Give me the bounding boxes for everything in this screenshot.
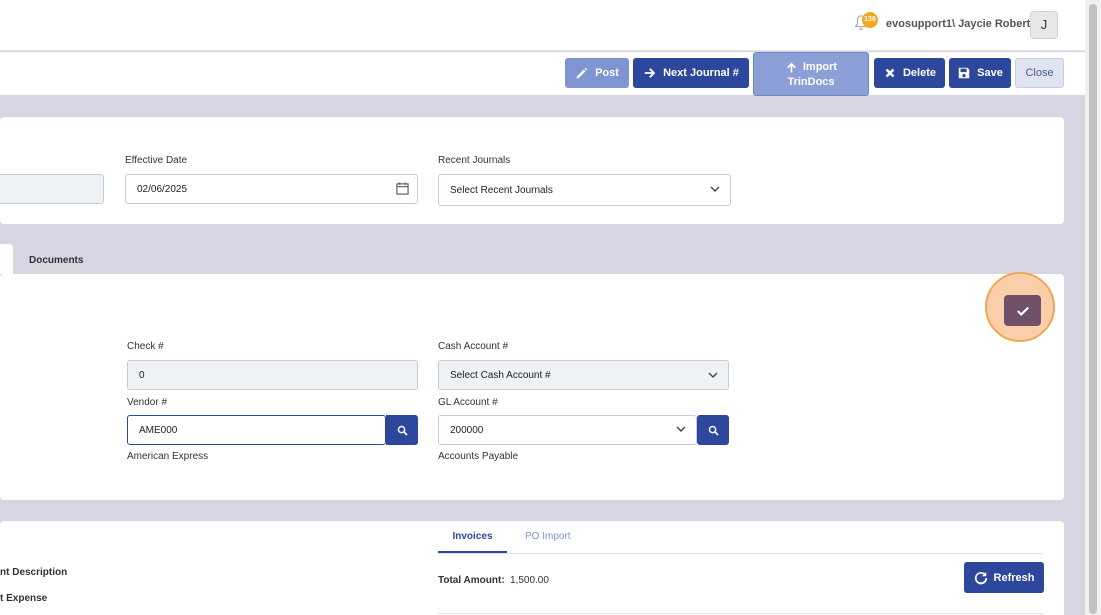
checkmark-icon xyxy=(1016,306,1029,316)
gl-account-select[interactable]: 200000 xyxy=(438,415,697,445)
refresh-icon xyxy=(974,571,987,584)
total-amount-value: 1,500.00 xyxy=(510,575,549,586)
tab-active-stub[interactable] xyxy=(0,244,13,274)
top-bar: 136 evosupport1\ Jaycie Roberts J xyxy=(0,0,1085,51)
tab-invoices[interactable]: Invoices xyxy=(438,531,507,542)
arrow-up-icon xyxy=(786,62,796,72)
recent-journals-label: Recent Journals xyxy=(438,155,511,166)
tab-po-import[interactable]: PO Import xyxy=(525,531,571,542)
user-name[interactable]: evosupport1\ Jaycie Roberts xyxy=(886,18,1036,30)
search-icon xyxy=(397,425,408,436)
import-label-line1: Import xyxy=(802,61,838,73)
payment-details-card: Check # 0 Cash Account # Select Cash Acc… xyxy=(0,274,1064,500)
chevron-down-icon xyxy=(710,186,720,192)
cash-account-label: Cash Account # xyxy=(438,341,509,352)
confirm-check-button[interactable] xyxy=(1004,295,1041,326)
gl-account-search-button[interactable] xyxy=(697,415,729,445)
search-icon xyxy=(708,425,719,436)
total-amount-label: Total Amount: xyxy=(438,575,505,586)
chevron-down-icon xyxy=(708,372,718,378)
close-x-icon xyxy=(885,68,895,78)
action-toolbar: Post Next Journal # Import TrinDocs Dele… xyxy=(0,52,1085,96)
next-journal-label: Next Journal # xyxy=(663,67,739,79)
gl-account-name: Accounts Payable xyxy=(438,451,519,462)
line-description-header: nt Description xyxy=(0,567,68,578)
refresh-button[interactable]: Refresh xyxy=(964,562,1044,593)
subtab-divider xyxy=(438,553,1043,554)
calendar-icon[interactable] xyxy=(396,182,409,195)
journal-left-field[interactable] xyxy=(0,174,104,204)
vendor-number-value: AME000 xyxy=(139,424,178,436)
pencil-icon xyxy=(576,67,588,79)
vendor-search-button[interactable] xyxy=(386,415,418,445)
vendor-number-label: Vendor # xyxy=(127,397,168,408)
check-number-label: Check # xyxy=(127,341,164,352)
close-button[interactable]: Close xyxy=(1015,58,1064,88)
cash-account-value: Select Cash Account # xyxy=(450,369,551,381)
next-journal-button[interactable]: Next Journal # xyxy=(633,58,749,88)
floppy-disk-icon xyxy=(958,67,970,79)
cash-account-select[interactable]: Select Cash Account # xyxy=(438,360,729,390)
delete-label: Delete xyxy=(902,67,937,79)
import-trindocs-button[interactable]: Import TrinDocs xyxy=(753,52,869,96)
user-avatar[interactable]: J xyxy=(1030,11,1058,39)
vendor-name: American Express xyxy=(127,451,209,462)
gl-account-label: GL Account # xyxy=(438,397,498,408)
page-scrollbar-thumb[interactable] xyxy=(1089,4,1097,614)
vendor-number-input[interactable]: AME000 xyxy=(127,415,386,445)
delete-button[interactable]: Delete xyxy=(874,58,945,88)
chevron-down-icon xyxy=(676,426,686,432)
effective-date-value: 02/06/2025 xyxy=(137,183,188,195)
effective-date-input[interactable]: 02/06/2025 xyxy=(125,174,418,204)
check-number-value: 0 xyxy=(139,369,145,381)
save-button[interactable]: Save xyxy=(949,58,1011,88)
tab-documents[interactable]: Documents xyxy=(29,255,83,266)
refresh-label: Refresh xyxy=(993,571,1035,584)
effective-date-label: Effective Date xyxy=(125,155,188,166)
active-tab-underline xyxy=(438,551,507,553)
save-label: Save xyxy=(977,67,1003,79)
import-label-line2: TrinDocs xyxy=(787,75,835,88)
journal-header-card: Effective Date 02/06/2025 Recent Journal… xyxy=(0,117,1064,224)
line-expense-header: t Expense xyxy=(0,593,48,604)
gl-account-value: 200000 xyxy=(450,424,484,436)
notification-count-badge[interactable]: 136 xyxy=(862,12,878,28)
recent-journals-select[interactable]: Select Recent Journals xyxy=(438,174,731,206)
recent-journals-value: Select Recent Journals xyxy=(450,184,553,196)
check-number-input[interactable]: 0 xyxy=(127,360,418,390)
arrow-right-icon xyxy=(644,68,656,78)
post-label: Post xyxy=(595,67,619,79)
totals-divider xyxy=(438,613,1043,614)
post-button[interactable]: Post xyxy=(565,58,629,88)
